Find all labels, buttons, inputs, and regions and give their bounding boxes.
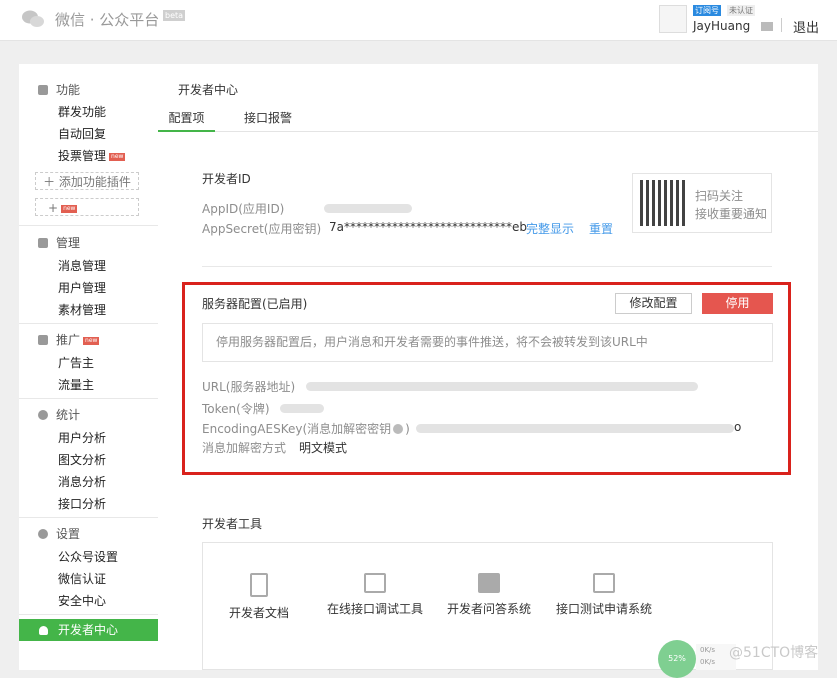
pie-chart-icon <box>38 410 48 420</box>
tool-qa-system[interactable]: 开发者问答系统 <box>446 573 532 617</box>
divider <box>19 398 158 399</box>
tool-test-apply[interactable]: 接口测试申请系统 <box>555 573 653 617</box>
divider <box>202 266 772 267</box>
avatar[interactable] <box>659 5 687 33</box>
sidebar-group-stats: 统计 <box>38 406 80 423</box>
qr-code-box: 扫码关注 接收重要通知 <box>632 173 772 233</box>
sidebar-item-materials[interactable]: 素材管理 <box>58 301 106 318</box>
tool-online-debug[interactable]: 在线接口调试工具 <box>325 573 425 617</box>
megaphone-icon <box>38 335 48 345</box>
page-title: 开发者中心 <box>178 83 239 97</box>
aes-key-value-blurred <box>416 424 734 433</box>
sidebar-item-developer-center[interactable]: 开发者中心 <box>19 619 158 641</box>
sidebar-item-vote[interactable]: 投票管理 new <box>58 147 126 164</box>
developer-id-title: 开发者ID <box>202 172 251 186</box>
sidebar-item-publisher[interactable]: 流量主 <box>58 376 94 393</box>
platform-title[interactable]: 微信 · 公众平台 <box>55 9 159 30</box>
sidebar-item-message-analysis[interactable]: 消息分析 <box>58 473 106 490</box>
username[interactable]: JayHuang <box>693 19 750 33</box>
sidebar-item-broadcast[interactable]: 群发功能 <box>58 103 106 120</box>
url-value-blurred <box>306 382 698 391</box>
cert-status-badge: 未认证 <box>727 5 755 16</box>
url-label: URL(服务器地址) <box>202 380 296 394</box>
developer-tools-title: 开发者工具 <box>202 517 263 531</box>
show-full-link[interactable]: 完整显示 <box>526 220 574 237</box>
edit-config-button[interactable]: 修改配置 <box>615 293 692 314</box>
encrypt-mode-label: 消息加解密方式 <box>202 441 287 455</box>
sidebar-group-features: 功能 <box>38 81 80 98</box>
account-type-badge: 订阅号 <box>693 5 721 16</box>
encrypt-mode-value: 明文模式 <box>299 441 348 455</box>
gear-icon <box>38 529 48 539</box>
aes-key-label: EncodingAESKey(消息加解密密钥) <box>202 422 410 436</box>
new-badge: new <box>61 205 78 213</box>
appsecret-label: AppSecret(应用密钥) <box>202 222 322 236</box>
add-plugin-button[interactable]: ＋ 添加功能插件 <box>35 172 139 190</box>
top-bar: 微信 · 公众平台 beta 订阅号 未认证 JayHuang 退出 <box>0 0 837 41</box>
sidebar: 功能 群发功能 自动回复 投票管理 new ＋ 添加功能插件 + new 管理 消息… <box>19 64 159 670</box>
tab-bar: 配置项 接口报警 <box>158 109 818 132</box>
logout-link[interactable]: 退出 <box>793 17 819 36</box>
appid-label: AppID(应用ID) <box>202 202 285 216</box>
divider <box>19 323 158 324</box>
sidebar-item-wechat-cert[interactable]: 微信认证 <box>58 570 106 587</box>
sidebar-item-users[interactable]: 用户管理 <box>58 279 106 296</box>
browser-check-icon <box>364 573 386 593</box>
grid-icon <box>38 85 48 95</box>
aes-key-value-tail: o <box>734 420 742 434</box>
sidebar-item-advertiser[interactable]: 广告主 <box>58 354 94 371</box>
divider <box>19 614 158 615</box>
disable-notice: 停用服务器配置后，用户消息和开发者需要的事件推送，将不会被转发到该URL中 <box>202 323 773 362</box>
sidebar-item-article-analysis[interactable]: 图文分析 <box>58 451 106 468</box>
user-icon <box>39 626 48 635</box>
server-config-title: 服务器配置(已启用) <box>202 297 308 311</box>
sidebar-item-auto-reply[interactable]: 自动回复 <box>58 125 106 142</box>
beta-badge: beta <box>163 10 186 21</box>
sidebar-item-messages[interactable]: 消息管理 <box>58 257 106 274</box>
sidebar-item-security[interactable]: 安全中心 <box>58 592 106 609</box>
sidebar-item-user-analysis[interactable]: 用户分析 <box>58 429 106 446</box>
tool-developer-docs[interactable]: 开发者文档 <box>229 573 289 621</box>
document-icon <box>250 573 268 597</box>
tab-config[interactable]: 配置项 <box>158 109 215 132</box>
disable-button[interactable]: 停用 <box>702 293 773 314</box>
browser-window-icon <box>593 573 615 593</box>
watermark: @51CTO博客 <box>729 645 819 661</box>
new-badge: new <box>109 153 126 161</box>
inbox-icon <box>38 238 48 248</box>
sidebar-group-manage: 管理 <box>38 234 80 251</box>
divider <box>19 517 158 518</box>
appsecret-value: 7a****************************eb <box>329 220 527 234</box>
qr-code <box>640 180 686 226</box>
divider <box>19 225 158 226</box>
sidebar-group-settings: 设置 <box>38 525 80 542</box>
qr-text-notify: 接收重要通知 <box>695 207 768 221</box>
chat-bubble-icon <box>478 573 500 593</box>
divider <box>781 18 782 32</box>
qr-text-scan: 扫码关注 <box>695 189 744 203</box>
plugin-plus-button[interactable]: + new <box>35 198 139 216</box>
tab-api-alarm[interactable]: 接口报警 <box>244 109 292 130</box>
appid-value-blurred <box>324 204 412 213</box>
token-value-blurred <box>280 404 324 413</box>
token-label: Token(令牌) <box>202 402 270 416</box>
reset-link[interactable]: 重置 <box>589 220 613 237</box>
sidebar-item-api-analysis[interactable]: 接口分析 <box>58 495 106 512</box>
sidebar-item-account-settings[interactable]: 公众号设置 <box>58 548 118 565</box>
wechat-logo-icon <box>22 10 44 27</box>
new-badge: new <box>83 337 100 345</box>
main-content: 开发者中心 配置项 接口报警 开发者ID AppID(应用ID) AppSecr… <box>158 64 818 670</box>
speed-meter[interactable]: 52% <box>658 640 696 678</box>
sidebar-group-promote: 推广 new <box>38 331 100 348</box>
mail-icon[interactable] <box>761 22 773 31</box>
help-icon[interactable] <box>393 424 404 434</box>
